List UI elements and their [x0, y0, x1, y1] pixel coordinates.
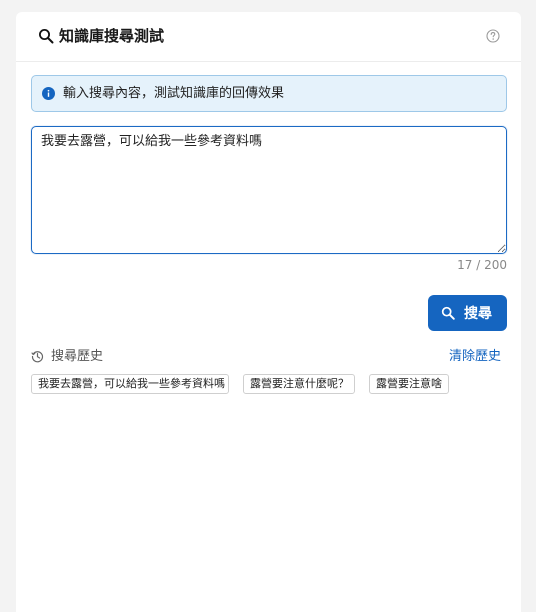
search-icon — [39, 29, 54, 44]
history-chip[interactable]: 露營要注意什麼呢？ — [243, 374, 355, 394]
info-text: 輸入搜尋內容，測試知識庫的回傳效果 — [63, 86, 285, 101]
search-icon — [441, 306, 455, 320]
history-icon — [31, 351, 44, 363]
card-header: 知識庫搜尋測試 — [16, 12, 521, 62]
help-circle-icon[interactable] — [486, 29, 500, 43]
page-title: 知識庫搜尋測試 — [59, 27, 165, 45]
history-title: 搜尋歷史 — [51, 349, 104, 364]
search-test-card: 知識庫搜尋測試 輸入搜尋內容，測試知識庫的回傳效果 17 / 200 搜尋 搜尋… — [16, 12, 521, 612]
info-icon — [42, 87, 55, 100]
clear-history-link[interactable]: 清除歷史 — [449, 348, 501, 366]
search-button[interactable]: 搜尋 — [428, 295, 507, 331]
history-chip[interactable]: 我要去露營，可以給我一些參考資料嗎 — [31, 374, 229, 394]
search-button-label: 搜尋 — [464, 305, 492, 321]
query-textarea[interactable] — [31, 126, 507, 254]
char-count: 17 / 200 — [457, 258, 507, 272]
history-chip[interactable]: 露營要注意啥 — [369, 374, 449, 394]
info-banner: 輸入搜尋內容，測試知識庫的回傳效果 — [31, 75, 507, 112]
history-list: 我要去露營，可以給我一些參考資料嗎 露營要注意什麼呢？ 露營要注意啥 — [31, 374, 511, 394]
